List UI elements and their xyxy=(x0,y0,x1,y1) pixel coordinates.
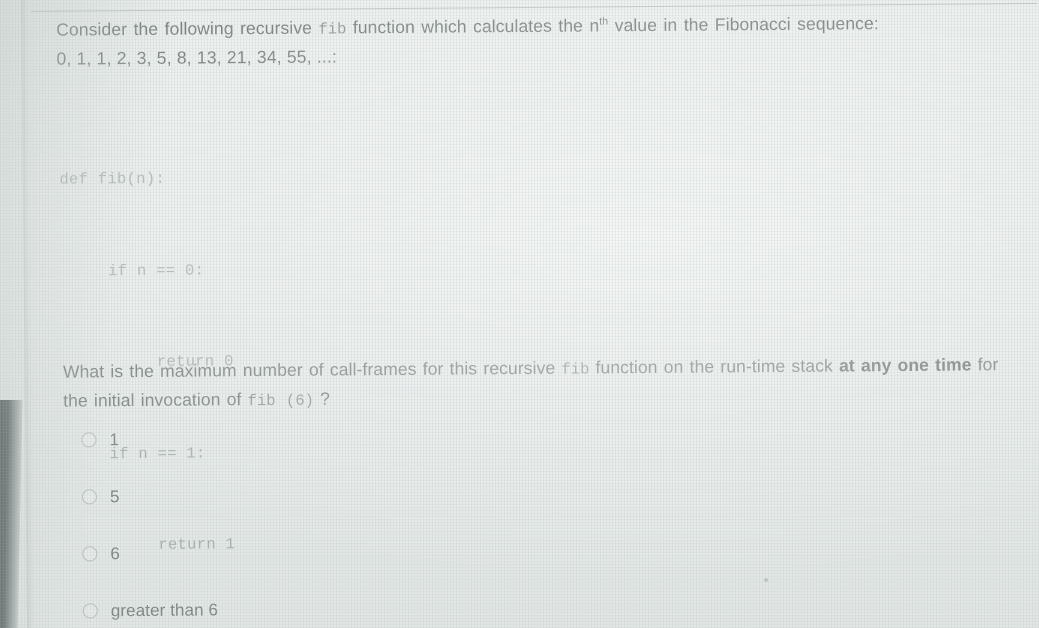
question-text: What is the maximum number of call-frame… xyxy=(63,351,1013,416)
prompt-inline-code-fib: fib xyxy=(318,20,347,39)
radio-button-icon[interactable] xyxy=(82,603,98,619)
option-greater-than-6[interactable]: greater than 6 xyxy=(82,596,683,628)
option-1[interactable]: 1 xyxy=(81,425,681,487)
dust-speck xyxy=(764,578,768,582)
question-part-4: ? xyxy=(313,388,330,409)
question-inline-code-fib6: fib (6) xyxy=(247,391,315,411)
question-part-1: What is the maximum number of call-frame… xyxy=(62,357,562,382)
answer-options: 1 5 6 greater than 6 xyxy=(81,425,683,628)
question-part-2: function on the run-time stack xyxy=(589,355,840,378)
option-label: 6 xyxy=(110,544,121,564)
question-inline-code-fib: fib xyxy=(561,360,590,379)
quiz-document: Consider the following recursive fib fun… xyxy=(0,0,1039,628)
question-emphasis: at any one time xyxy=(838,354,972,376)
code-line: def fib(n): xyxy=(59,169,166,189)
fibonacci-sequence-line: 0, 1, 1, 2, 3, 5, 8, 13, 21, 34, 55, ...… xyxy=(56,46,338,69)
prompt-text-before-code: Consider the following recursive xyxy=(56,17,319,40)
code-line: if n == 0: xyxy=(60,260,205,281)
prompt-text-tail: value in the Fibonacci sequence: xyxy=(608,13,879,36)
radio-button-icon[interactable] xyxy=(81,489,97,505)
option-label: greater than 6 xyxy=(110,600,219,621)
prompt-text-after-code: function which calculates the n xyxy=(346,15,600,38)
radio-button-icon[interactable] xyxy=(82,546,98,562)
option-label: 5 xyxy=(109,487,120,507)
screen-photo: Consider the following recursive fib fun… xyxy=(0,0,1039,628)
prompt-paragraph: Consider the following recursive fib fun… xyxy=(56,9,1016,73)
option-label: 1 xyxy=(109,430,120,450)
radio-button-icon[interactable] xyxy=(81,432,97,448)
ordinal-superscript: th xyxy=(599,15,609,28)
option-5[interactable]: 5 xyxy=(81,482,682,544)
option-6[interactable]: 6 xyxy=(82,539,682,601)
